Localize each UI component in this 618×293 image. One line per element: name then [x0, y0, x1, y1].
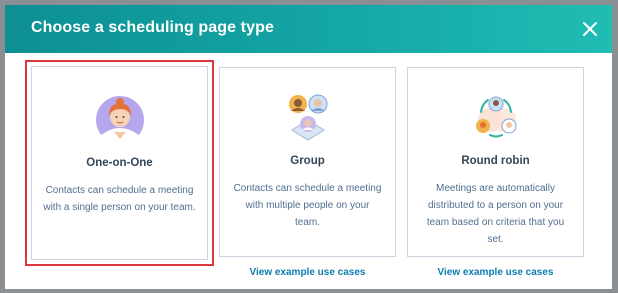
- group-icon: [280, 90, 336, 146]
- view-example-use-cases-link-round-robin[interactable]: View example use cases: [407, 267, 584, 278]
- card-title: Group: [290, 155, 325, 167]
- modal-title: Choose a scheduling page type: [31, 19, 274, 36]
- view-example-use-cases-link-group[interactable]: View example use cases: [219, 267, 396, 278]
- close-icon[interactable]: [580, 19, 600, 39]
- card-description: Meetings are automatically distributed t…: [426, 183, 565, 245]
- card-group[interactable]: Group Contacts can schedule a meeting wi…: [219, 67, 396, 257]
- card-description: Contacts can schedule a meeting with mul…: [233, 183, 382, 228]
- close-button[interactable]: [580, 19, 600, 39]
- card-description: Contacts can schedule a meeting with a s…: [43, 185, 196, 213]
- scheduling-page-type-modal: Choose a scheduling page type One-on-One: [5, 5, 612, 289]
- card-one-on-one[interactable]: One-on-One Contacts can schedule a meeti…: [25, 60, 214, 266]
- modal-header: Choose a scheduling page type: [5, 5, 612, 53]
- card-round-robin[interactable]: Round robin Meetings are automatically d…: [407, 67, 584, 257]
- card-title: Round robin: [461, 155, 530, 167]
- card-title: One-on-One: [86, 157, 153, 169]
- person-icon: [92, 92, 148, 148]
- round-robin-icon: [468, 90, 524, 146]
